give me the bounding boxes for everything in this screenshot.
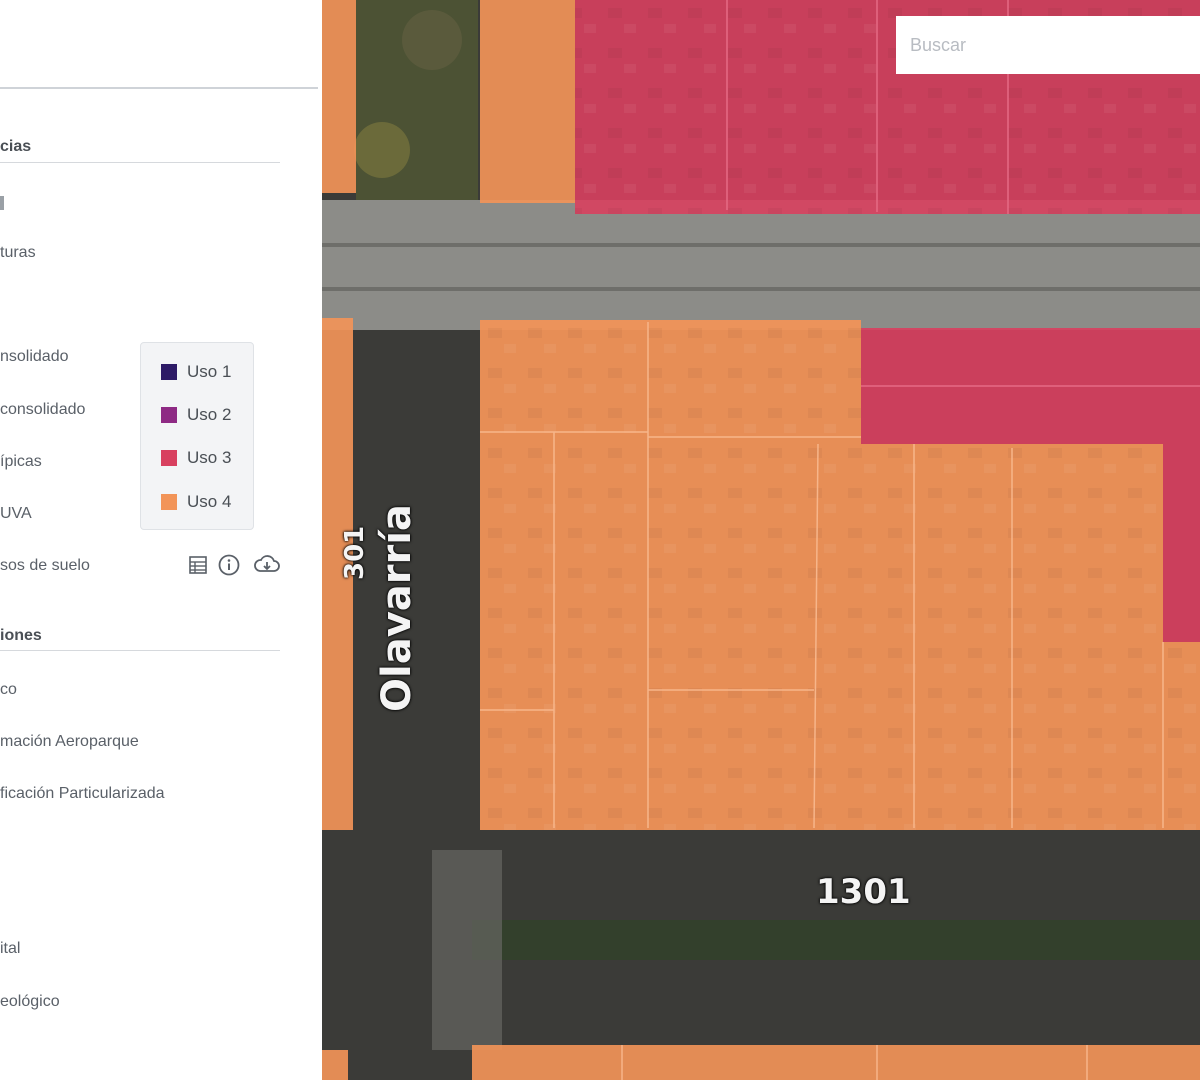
legend-item-uso-4: Uso 4 xyxy=(161,492,231,512)
street-name-olavarria: Olavarría xyxy=(374,504,420,712)
legend-label: Uso 4 xyxy=(187,492,232,511)
tree-canopy xyxy=(402,10,462,70)
usos-legend: Uso 1 Uso 2 Uso 3 Uso 4 xyxy=(140,342,254,530)
legend-swatch xyxy=(161,364,177,380)
info-icon[interactable] xyxy=(217,553,241,577)
layers-sidebar: cias turas nsolidado consolidado ípicas … xyxy=(0,0,322,1080)
section-divider xyxy=(0,650,280,651)
parcel-uso-4[interactable] xyxy=(472,1045,1200,1080)
parcel-uso-4[interactable] xyxy=(322,1050,348,1080)
median-green xyxy=(472,920,1200,960)
layer-item-co[interactable]: co xyxy=(0,681,17,699)
layer-item-consolidado[interactable]: nsolidado xyxy=(0,348,69,366)
layer-tools xyxy=(186,553,282,577)
layer-item-l[interactable]: l xyxy=(0,196,4,214)
tree-canopy xyxy=(354,122,410,178)
legend-item-uso-2: Uso 2 xyxy=(161,405,231,425)
legend-label: Uso 2 xyxy=(187,405,232,424)
layer-item-usos-de-suelo[interactable]: sos de suelo xyxy=(0,557,90,575)
map-view[interactable]: 301 Olavarría 1301 xyxy=(322,0,1200,1080)
legend-label: Uso 3 xyxy=(187,448,232,467)
layer-item-geologico[interactable]: eológico xyxy=(0,993,60,1011)
cloud-download-icon[interactable] xyxy=(252,553,282,577)
legend-label: Uso 1 xyxy=(187,362,232,381)
layer-item-atipicas[interactable]: ípicas xyxy=(0,453,42,471)
section-heading-afectaciones: iones xyxy=(0,627,42,644)
layer-item-aeroparque[interactable]: mación Aeroparque xyxy=(0,733,139,751)
crosswalk xyxy=(432,850,502,1050)
layer-item-particularizada[interactable]: ficación Particularizada xyxy=(0,785,165,803)
avenue-road xyxy=(322,200,1200,330)
section-heading-referencias: cias xyxy=(0,138,32,155)
layer-item-ital[interactable]: ital xyxy=(0,940,20,958)
parcel-uso-4[interactable] xyxy=(480,0,575,203)
parcel-uso-3[interactable] xyxy=(1163,444,1200,642)
section-divider xyxy=(0,162,280,163)
layer-item-estructuras[interactable]: turas xyxy=(0,244,36,262)
road-lane-line xyxy=(322,243,1200,247)
legend-item-uso-1: Uso 1 xyxy=(161,362,231,382)
layer-item-semi-consolidado[interactable]: consolidado xyxy=(0,401,85,419)
street-number-vertical: 301 xyxy=(340,525,370,580)
legend-swatch xyxy=(161,450,177,466)
map-canvas[interactable] xyxy=(322,0,1200,1080)
legend-swatch xyxy=(161,494,177,510)
street-number-horizontal: 1301 xyxy=(816,872,911,912)
road-lane-line xyxy=(322,287,1200,291)
table-icon[interactable] xyxy=(186,553,210,577)
parcel-uso-4[interactable] xyxy=(322,0,356,193)
legend-swatch xyxy=(161,407,177,423)
layer-item-uva[interactable]: UVA xyxy=(0,505,32,523)
search-input[interactable] xyxy=(896,16,1200,74)
legend-item-uso-3: Uso 3 xyxy=(161,448,231,468)
sidebar-header xyxy=(0,0,318,89)
